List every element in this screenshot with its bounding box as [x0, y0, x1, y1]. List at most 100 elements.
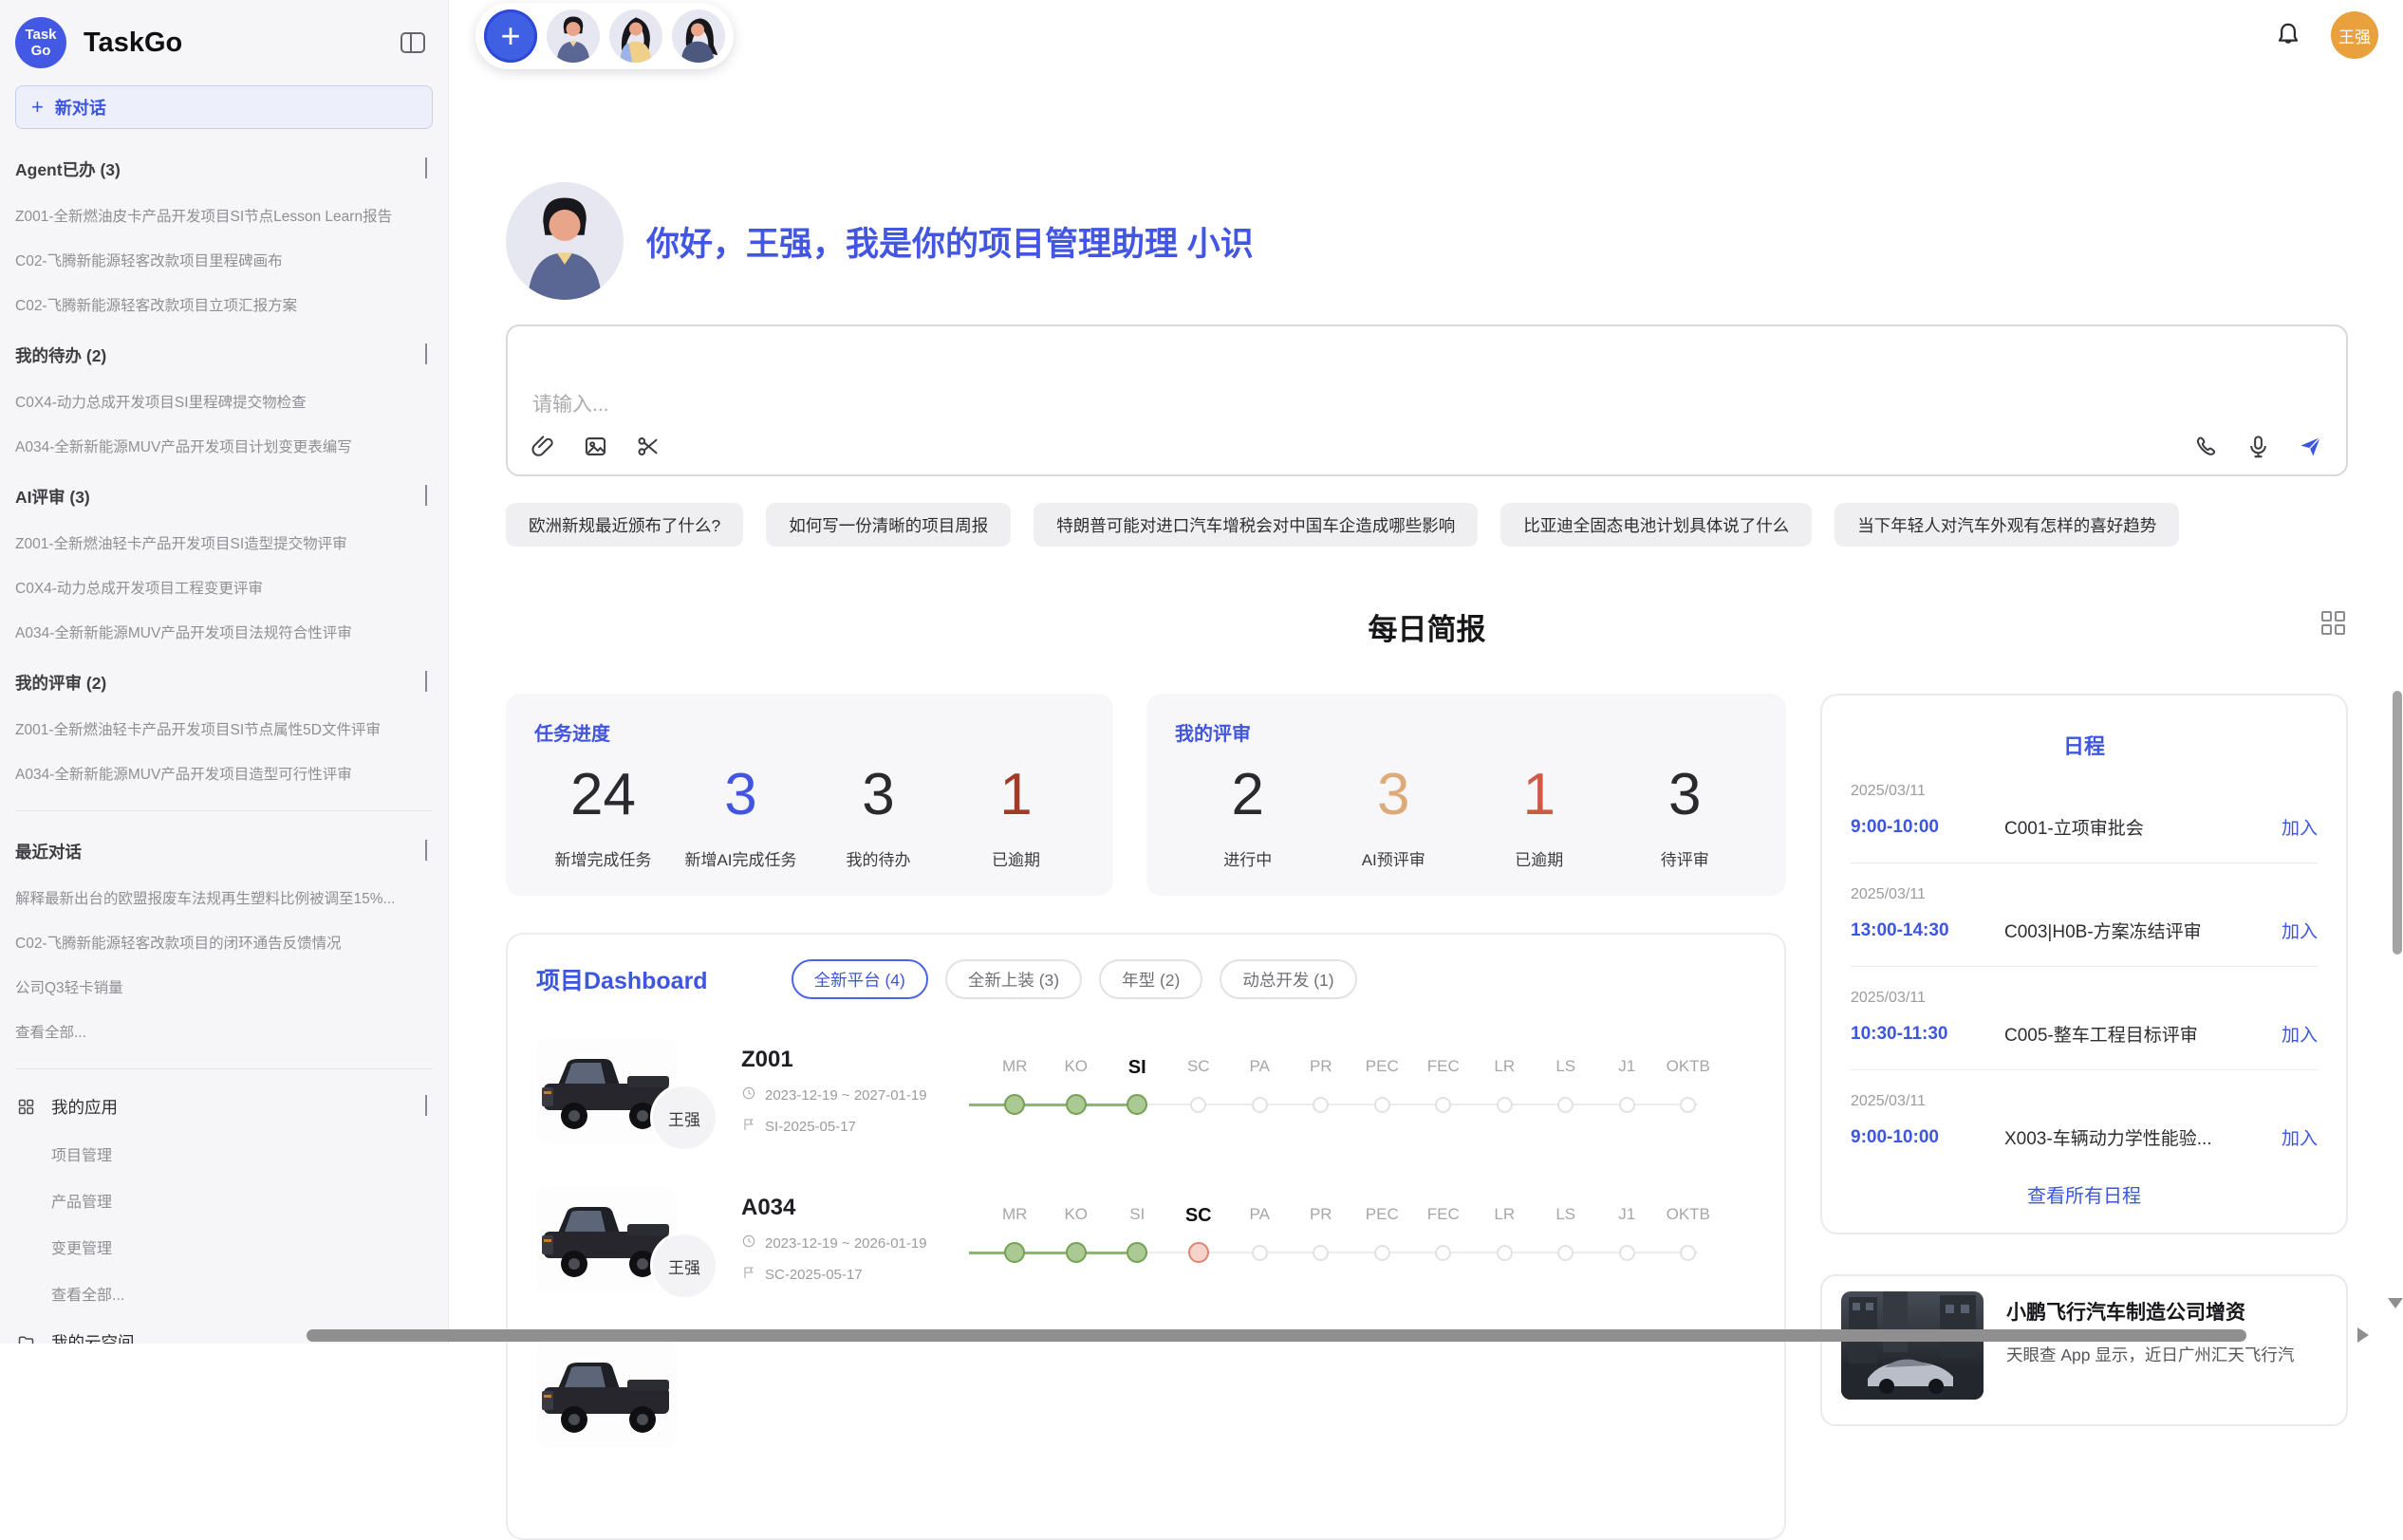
sidebar-task-item[interactable]: Z001-全新燃油皮卡产品开发项目SI节点Lesson Learn报告 — [15, 205, 433, 226]
new-chat-button[interactable]: + 新对话 — [15, 85, 433, 129]
user-avatar[interactable]: 王强 — [2331, 11, 2378, 59]
milestone-dot-pending — [1557, 1097, 1574, 1113]
sidebar-collapse-icon[interactable] — [400, 32, 425, 53]
suggestion-chip[interactable]: 特朗普可能对进口汽车增税会对中国车企造成哪些影响 — [1034, 503, 1478, 547]
suggestion-chip[interactable]: 欧洲新规最近颁布了什么? — [506, 503, 743, 547]
schedule-event: 2025/03/1110:30-11:30C005-整车工程目标评审加入 — [1851, 990, 2318, 1047]
sidebar-recent-item[interactable]: 解释最新出台的欧盟报废车法规再生塑料比例被调至15%... — [15, 887, 433, 908]
dashboard-tabs: 全新平台 (4) 全新上装 (3) 年型 (2) 动总开发 (1) — [792, 959, 1357, 999]
news-card[interactable]: 小鹏飞行汽车制造公司增资 天眼查 App 显示，近日广州汇天飞行汽 — [1820, 1274, 2348, 1426]
team-member-pill: + — [475, 3, 734, 69]
notification-bell-icon[interactable] — [2274, 21, 2302, 49]
dashboard-tab[interactable]: 年型 (2) — [1099, 959, 1202, 999]
event-join-link[interactable]: 加入 — [2282, 918, 2318, 943]
milestone-node: SC — [1168, 1205, 1230, 1227]
stat-item: 1已逾期 — [1466, 750, 1612, 870]
member-avatar-1[interactable] — [547, 9, 600, 63]
chat-input[interactable]: 请输入... — [532, 389, 609, 417]
event-join-link[interactable]: 加入 — [2282, 814, 2318, 840]
project-owner-badge: 王强 — [650, 1084, 718, 1152]
event-row: 9:00-10:00X003-车辆动力学性能验...加入 — [1851, 1124, 2318, 1150]
stat-label: 新增AI完成任务 — [684, 846, 796, 870]
sidebar-section-header[interactable]: Agent已办 (3) — [15, 158, 433, 181]
sidebar-section-header[interactable]: 我的待办 (2) — [15, 343, 433, 367]
sidebar-task-item[interactable]: C02-飞腾新能源轻客改款项目立项汇报方案 — [15, 294, 433, 315]
sidebar-section-header[interactable]: 我的评审 (2) — [15, 671, 433, 695]
daily-brief-title: 每日简报 — [1369, 613, 1486, 646]
suggestion-chip[interactable]: 比亚迪全固态电池计划具体说了什么 — [1500, 503, 1812, 547]
add-member-button[interactable]: + — [484, 9, 537, 63]
microphone-icon[interactable] — [2245, 434, 2271, 459]
dashboard-tab[interactable]: 全新平台 (4) — [792, 959, 928, 999]
event-date: 2025/03/11 — [1851, 1093, 2318, 1110]
sidebar-app-item[interactable]: 产品管理 — [51, 1189, 433, 1212]
dashboard-tab[interactable]: 全新上装 (3) — [945, 959, 1082, 999]
paperclip-icon[interactable] — [531, 434, 556, 459]
sidebar-task-item[interactable]: C0X4-动力总成开发项目工程变更评审 — [15, 577, 433, 598]
milestone-node: KO — [1046, 1205, 1108, 1224]
stat-value: 3 — [1668, 750, 1701, 841]
milestone-label: J1 — [1596, 1057, 1658, 1076]
sidebar-section-header[interactable]: AI评审 (3) — [15, 485, 433, 509]
sidebar-recent-item[interactable]: 公司Q3轻卡销量 — [15, 976, 433, 997]
milestone-node: J1 — [1596, 1205, 1658, 1224]
event-join-link[interactable]: 加入 — [2282, 1124, 2318, 1150]
sidebar-recent-view-all[interactable]: 查看全部... — [15, 1021, 433, 1042]
chevron-up-icon — [425, 842, 433, 862]
stat-item: 3AI预评审 — [1321, 750, 1467, 870]
sidebar-task-item[interactable]: A034-全新新能源MUV产品开发项目计划变更表编写 — [15, 436, 433, 456]
sidebar-section-title: AI评审 (3) — [15, 485, 90, 509]
sidebar-task-item[interactable]: Z001-全新燃油轻卡产品开发项目SI节点属性5D文件评审 — [15, 718, 433, 739]
flag-icon — [741, 1265, 756, 1284]
project-info: Z0012023-12-19 ~ 2027-01-19SI-2025-05-17 — [741, 1047, 984, 1136]
milestone-label: PA — [1229, 1205, 1291, 1224]
scissors-icon[interactable] — [635, 434, 661, 459]
project-vehicle-image — [536, 1342, 677, 1448]
milestone-dot-pending — [1374, 1245, 1390, 1261]
schedule-title: 日程 — [1851, 730, 2318, 760]
milestone-dot-pending — [1619, 1097, 1635, 1113]
layout-grid-icon[interactable] — [2321, 611, 2346, 636]
sidebar-task-item[interactable]: A034-全新新能源MUV产品开发项目造型可行性评审 — [15, 763, 433, 784]
milestone-dot-done — [1066, 1242, 1087, 1263]
sidebar-recent-item[interactable]: C02-飞腾新能源轻客改款项目的闭环通告反馈情况 — [15, 932, 433, 953]
sidebar-task-item[interactable]: C0X4-动力总成开发项目SI里程碑提交物检查 — [15, 391, 433, 412]
send-icon[interactable] — [2298, 434, 2323, 459]
member-avatar-3[interactable] — [672, 9, 725, 63]
project-name: A034 — [741, 1195, 984, 1221]
event-name: C005-整车工程目标评审 — [2004, 1021, 2282, 1047]
sidebar-recent-header[interactable]: 最近对话 — [15, 840, 433, 863]
sidebar-app-item[interactable]: 项目管理 — [51, 1142, 433, 1165]
milestone-node: KO — [1046, 1057, 1108, 1076]
sidebar-task-item[interactable]: C02-飞腾新能源轻客改款项目里程碑画布 — [15, 250, 433, 270]
stat-item: 2进行中 — [1175, 750, 1321, 870]
dashboard-tab[interactable]: 动总开发 (1) — [1220, 959, 1356, 999]
project-dates: 2023-12-19 ~ 2026-01-19 — [741, 1234, 984, 1252]
milestone-label: PR — [1291, 1205, 1352, 1224]
sidebar-app-item[interactable]: 变更管理 — [51, 1235, 433, 1258]
plus-icon: + — [31, 95, 44, 120]
sidebar-task-item[interactable]: A034-全新新能源MUV产品开发项目法规符合性评审 — [15, 622, 433, 642]
sidebar-task-item[interactable]: Z001-全新燃油轻卡产品开发项目SI造型提交物评审 — [15, 532, 433, 553]
event-join-link[interactable]: 加入 — [2282, 1021, 2318, 1047]
milestone-dot-pending — [1497, 1245, 1513, 1261]
member-avatar-2[interactable] — [609, 9, 662, 63]
suggestion-chip[interactable]: 当下年轻人对汽车外观有怎样的喜好趋势 — [1835, 503, 2179, 547]
suggestion-chip[interactable]: 如何写一份清晰的项目周报 — [766, 503, 1011, 547]
vertical-scrollbar-thumb[interactable] — [2393, 691, 2402, 955]
milestone-label: LS — [1536, 1205, 1597, 1224]
image-icon[interactable] — [583, 434, 608, 459]
scroll-down-arrow-icon[interactable] — [2388, 1298, 2403, 1308]
event-time: 13:00-14:30 — [1851, 920, 2004, 941]
chevron-up-icon — [425, 487, 433, 507]
phone-icon[interactable] — [2193, 434, 2219, 459]
sidebar-apps-view-all[interactable]: 查看全部... — [51, 1282, 433, 1305]
assistant-avatar — [506, 182, 624, 300]
horizontal-scrollbar-thumb[interactable] — [307, 1329, 2246, 1342]
news-text: 小鹏飞行汽车制造公司增资 天眼查 App 显示，近日广州汇天飞行汽 — [2006, 1291, 2294, 1409]
view-all-schedule-link[interactable]: 查看所有日程 — [1851, 1180, 2318, 1208]
sidebar-my-apps-header[interactable]: 我的应用 — [15, 1095, 433, 1119]
milestone-label: LR — [1474, 1057, 1536, 1076]
flag-icon — [741, 1117, 756, 1136]
scroll-right-arrow-icon[interactable] — [2357, 1327, 2369, 1343]
